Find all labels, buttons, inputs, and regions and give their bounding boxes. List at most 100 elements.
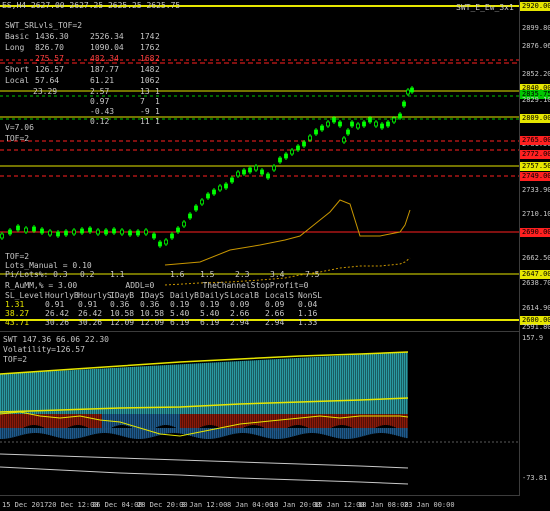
histogram-bar-blue xyxy=(162,428,164,435)
histogram-bar-teal xyxy=(14,373,16,414)
price-axis-label: 2662.50 xyxy=(522,254,550,262)
candle-body xyxy=(338,121,342,127)
r-aumm-row: R_AuMM,% = 3.00 ADDL=0 TheChannelStopPro… xyxy=(5,281,309,290)
histogram-bar-blue xyxy=(48,428,50,435)
candle-body xyxy=(386,121,390,127)
levels-cell: 2 xyxy=(155,43,160,52)
histogram-bar-teal xyxy=(32,372,34,414)
histogram-bar-blue xyxy=(356,428,358,438)
candle-body xyxy=(0,233,4,239)
candle-body xyxy=(266,173,270,179)
histogram-bar-teal xyxy=(296,358,298,414)
histogram-bar-teal xyxy=(256,360,258,414)
histogram-bar-teal xyxy=(366,354,368,414)
histogram-bar-teal xyxy=(82,369,84,414)
histogram-bar-teal xyxy=(44,371,46,414)
histogram-bar-blue xyxy=(72,428,74,439)
histogram-bar-blue xyxy=(150,428,152,438)
histogram-bar-teal xyxy=(46,371,48,414)
histogram-bar-red xyxy=(282,414,284,430)
histogram-bar-blue xyxy=(264,428,266,438)
swt-indicator-chart[interactable] xyxy=(0,332,550,494)
histogram-bar-red xyxy=(306,414,308,428)
histogram-bar-blue xyxy=(296,428,298,436)
histogram-bar-blue xyxy=(46,428,48,435)
price-axis[interactable]: 2920.00 2899.80 2876.06 2852.20 2840.00 2835.… xyxy=(520,0,550,331)
histogram-bar-teal xyxy=(284,358,286,414)
histogram-bar-red xyxy=(298,414,300,426)
histogram-bar-blue xyxy=(310,428,312,434)
histogram-bar-teal xyxy=(92,369,94,414)
candle-body xyxy=(158,241,162,247)
levels-cell: 2526.34 xyxy=(90,32,124,41)
tof-label: TOF=2 xyxy=(5,134,30,143)
candle-body xyxy=(120,229,124,235)
histogram-bar-teal xyxy=(142,366,144,414)
histogram-bar-blue xyxy=(204,428,206,439)
histogram-bar-teal xyxy=(300,357,302,414)
histogram-bar-teal xyxy=(292,358,294,414)
candle-body xyxy=(128,230,132,236)
histogram-bar-red xyxy=(166,414,168,426)
histogram-bar-red xyxy=(200,414,202,428)
histogram-bar-teal xyxy=(42,371,44,414)
price-axis-label: 2647.00 xyxy=(520,270,550,279)
histogram-bar-teal xyxy=(336,355,338,414)
histogram-bar-teal xyxy=(134,366,136,414)
histogram-bar-blue xyxy=(380,428,382,434)
histogram-bar-blue xyxy=(400,428,402,437)
histogram-bar-red xyxy=(350,414,352,428)
price-axis-label: 2852.20 xyxy=(522,70,550,78)
histogram-bar-blue xyxy=(12,428,14,438)
levels-cell: 23.29 xyxy=(33,87,58,96)
histogram-bar-red xyxy=(4,414,6,430)
histogram-bar-blue xyxy=(280,428,282,439)
histogram-bar-blue xyxy=(168,428,170,434)
histogram-bar-teal xyxy=(50,371,52,414)
histogram-bar-blue xyxy=(120,428,122,436)
histogram-bar-blue xyxy=(302,428,304,434)
histogram-bar-teal xyxy=(242,360,244,414)
histogram-bar-teal xyxy=(10,373,12,414)
date-axis-label: 8 Jan 04:00 xyxy=(227,501,274,509)
histogram-bar-teal xyxy=(364,354,366,414)
candle-body xyxy=(272,165,276,171)
histogram-bar-blue xyxy=(134,428,136,439)
histogram-bar-blue xyxy=(238,428,240,434)
pi-lots-value: 2.3 xyxy=(235,270,250,279)
sl-header-cell: DailyS xyxy=(200,291,229,300)
histogram-bar-teal xyxy=(270,359,272,414)
histogram-bar-teal xyxy=(212,362,214,414)
histogram-bar-blue xyxy=(156,428,158,436)
histogram-bar-red xyxy=(252,414,254,426)
candle-body xyxy=(314,129,318,135)
histogram-bar-blue xyxy=(388,428,390,434)
sl-value-cell: 0.09 xyxy=(230,300,250,309)
histogram-bar-blue xyxy=(20,428,22,436)
levels-cell: 61.21 xyxy=(90,76,115,85)
histogram-bar-blue xyxy=(64,428,66,439)
histogram-bar-teal xyxy=(0,374,2,414)
histogram-bar-red xyxy=(168,414,170,426)
histogram-bar-red xyxy=(244,414,246,428)
histogram-bar-blue xyxy=(244,428,246,434)
histogram-bar-teal xyxy=(120,367,122,414)
price-axis-label: 2809.00 xyxy=(520,114,550,123)
histogram-bar-teal xyxy=(280,358,282,414)
indicator-histogram xyxy=(0,352,408,439)
histogram-bar-blue xyxy=(266,428,268,438)
date-axis[interactable]: 15 Dec 2017 20 Dec 12:00 26 Dec 04:00 28 De… xyxy=(0,496,520,511)
histogram-bar-blue xyxy=(256,428,258,436)
histogram-bar-blue xyxy=(54,428,56,437)
levels-title: SWT_SRLvls_TOF=2 xyxy=(5,21,83,30)
histogram-bar-blue xyxy=(28,428,30,434)
histogram-bar-blue xyxy=(312,428,314,434)
histogram-bar-teal xyxy=(354,354,356,414)
sl-value-cell: 0.91 xyxy=(78,300,98,309)
histogram-bar-red xyxy=(20,414,22,429)
histogram-bar-teal xyxy=(396,352,398,414)
levels-cell: 148 xyxy=(140,65,155,74)
histogram-bar-red xyxy=(206,414,208,426)
histogram-bar-blue xyxy=(116,428,118,435)
histogram-bar-blue xyxy=(248,428,250,434)
